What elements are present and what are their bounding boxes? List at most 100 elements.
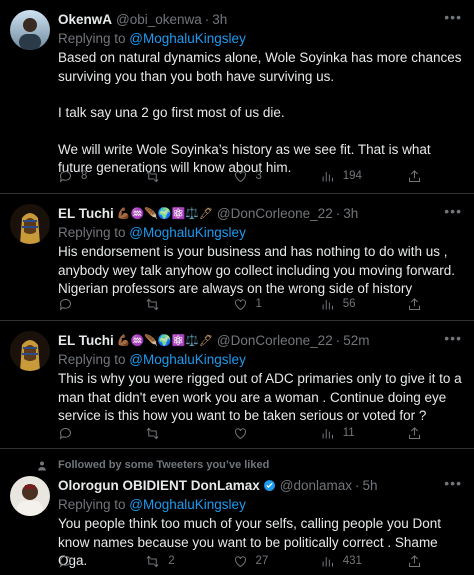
mention-link[interactable]: @MoghaluKingsley — [129, 225, 246, 240]
avatar[interactable] — [10, 331, 50, 371]
mention-link[interactable]: @MoghaluKingsley — [129, 497, 246, 512]
like-button[interactable] — [233, 426, 293, 441]
like-button[interactable]: 27 — [233, 554, 293, 569]
replying-to: Replying to @MoghaluKingsley — [58, 223, 462, 242]
handle[interactable]: @DonCorleone_22 — [217, 333, 333, 348]
more-icon[interactable]: ••• — [444, 203, 462, 219]
display-name[interactable]: EL Tuchi — [58, 333, 114, 348]
retweet-count: 2 — [168, 555, 175, 567]
retweet-icon — [146, 427, 159, 439]
share-icon — [409, 554, 420, 567]
share-icon — [409, 169, 420, 182]
separator-dot: · — [335, 205, 341, 221]
retweet-button[interactable] — [145, 169, 205, 184]
replying-prefix: Replying to — [58, 225, 130, 240]
replying-to: Replying to @MoghaluKingsley — [58, 29, 462, 48]
like-count: 3 — [255, 170, 262, 182]
tweet-el-tuchi-2[interactable]: EL Tuchi 💪🏾♒️🪶🌍⚛️⚖️🖊 @DonCorleone_22 · 5… — [0, 321, 474, 449]
replying-to: Replying to @MoghaluKingsley — [58, 495, 462, 514]
tweet-header: EL Tuchi 💪🏾♒️🪶🌍⚛️⚖️🖊 @DonCorleone_22 · 3… — [58, 203, 462, 223]
share-button[interactable] — [407, 297, 422, 312]
share-button[interactable] — [407, 169, 422, 184]
reply-icon — [59, 170, 71, 183]
action-bar: 2 27 431 — [58, 552, 422, 570]
views-button[interactable]: 56 — [320, 297, 380, 312]
share-button[interactable] — [407, 426, 422, 441]
like-button[interactable]: 1 — [233, 297, 293, 312]
more-icon[interactable]: ••• — [444, 9, 462, 25]
timestamp[interactable]: 3h — [212, 12, 227, 27]
separator-dot: · — [204, 11, 210, 27]
tweet-header: EL Tuchi 💪🏾♒️🪶🌍⚛️⚖️🖊 @DonCorleone_22 · 5… — [58, 330, 462, 350]
action-bar: 1 56 — [58, 295, 422, 313]
views-icon — [322, 428, 333, 438]
tweet-el-tuchi-1[interactable]: EL Tuchi 💪🏾♒️🪶🌍⚛️⚖️🖊 @DonCorleone_22 · 3… — [0, 194, 474, 321]
avatar[interactable] — [10, 476, 50, 516]
timestamp[interactable]: 52m — [343, 333, 369, 348]
tweet-paragraph: This is why you were rigged out of ADC p… — [58, 371, 462, 423]
verified-badge-icon — [263, 479, 275, 491]
reply-button[interactable] — [58, 297, 118, 312]
views-button[interactable]: 431 — [320, 554, 380, 569]
share-button[interactable] — [407, 554, 422, 569]
retweet-icon — [146, 298, 159, 310]
avatar[interactable] — [10, 204, 50, 244]
tweet-header: OkenwA @obi_okenwa · 3h — [58, 9, 462, 29]
retweet-button[interactable] — [145, 297, 205, 312]
timestamp[interactable]: 3h — [343, 206, 358, 221]
reply-button[interactable] — [58, 554, 118, 569]
heart-icon — [234, 555, 246, 567]
share-icon — [409, 426, 420, 439]
tweet-paragraph: I talk say una 2 go first most of us die… — [58, 105, 285, 120]
retweet-icon — [146, 170, 159, 182]
mention-link[interactable]: @MoghaluKingsley — [129, 352, 246, 367]
views-count: 11 — [342, 427, 355, 439]
tweet-paragraph: Based on natural dynamics alone, Wole So… — [58, 50, 462, 84]
views-count: 194 — [342, 170, 362, 182]
retweet-button[interactable] — [145, 426, 205, 441]
reply-button[interactable] — [58, 426, 118, 441]
tweet-donlamax[interactable]: Followed by some Tweeters you’ve liked O… — [0, 449, 474, 575]
retweet-button[interactable]: 2 — [145, 554, 205, 569]
replying-to: Replying to @MoghaluKingsley — [58, 350, 462, 369]
views-icon — [322, 171, 333, 181]
reply-button[interactable]: 8 — [58, 169, 118, 184]
display-name[interactable]: EL Tuchi — [58, 206, 114, 221]
tweet-okenwa[interactable]: OkenwA @obi_okenwa · 3h ••• Replying to … — [0, 0, 474, 194]
name-emojis: 💪🏾♒️🪶🌍⚛️⚖️🖊 — [116, 207, 213, 220]
like-count: 27 — [255, 555, 269, 567]
reply-icon — [59, 298, 71, 311]
avatar[interactable] — [10, 10, 50, 50]
tweet-text: Based on natural dynamics alone, Wole So… — [58, 49, 462, 178]
social-context[interactable]: Followed by some Tweeters you’ve liked — [58, 459, 269, 471]
heart-icon — [234, 427, 246, 439]
like-button[interactable]: 3 — [233, 169, 293, 184]
handle[interactable]: @donlamax — [280, 478, 352, 493]
action-bar: 11 — [58, 424, 422, 442]
more-icon[interactable]: ••• — [444, 330, 462, 346]
name-emojis: 💪🏾♒️🪶🌍⚛️⚖️🖊 — [116, 334, 213, 347]
views-count: 56 — [342, 298, 356, 310]
replying-prefix: Replying to — [58, 31, 130, 46]
mention-link[interactable]: @MoghaluKingsley — [129, 31, 246, 46]
handle[interactable]: @DonCorleone_22 — [217, 206, 333, 221]
timestamp[interactable]: 5h — [363, 478, 378, 493]
display-name[interactable]: Olorogun OBIDIENT DonLamax — [58, 478, 260, 493]
separator-dot: · — [335, 332, 341, 348]
display-name[interactable]: OkenwA — [58, 12, 112, 27]
action-bar: 8 3 194 — [58, 167, 422, 185]
heart-icon — [234, 170, 246, 182]
reply-feed: OkenwA @obi_okenwa · 3h ••• Replying to … — [0, 0, 474, 575]
views-button[interactable]: 194 — [320, 169, 380, 184]
views-count: 431 — [342, 555, 362, 567]
handle[interactable]: @obi_okenwa — [116, 12, 202, 27]
tweet-text: His endorsement is your business and has… — [58, 243, 462, 299]
share-icon — [409, 297, 420, 310]
person-icon — [38, 461, 46, 471]
views-button[interactable]: 11 — [320, 426, 380, 441]
like-count: 1 — [255, 298, 262, 310]
heart-icon — [234, 298, 246, 310]
tweet-text: This is why you were rigged out of ADC p… — [58, 370, 462, 426]
more-icon[interactable]: ••• — [444, 475, 462, 491]
reply-icon — [59, 427, 71, 440]
